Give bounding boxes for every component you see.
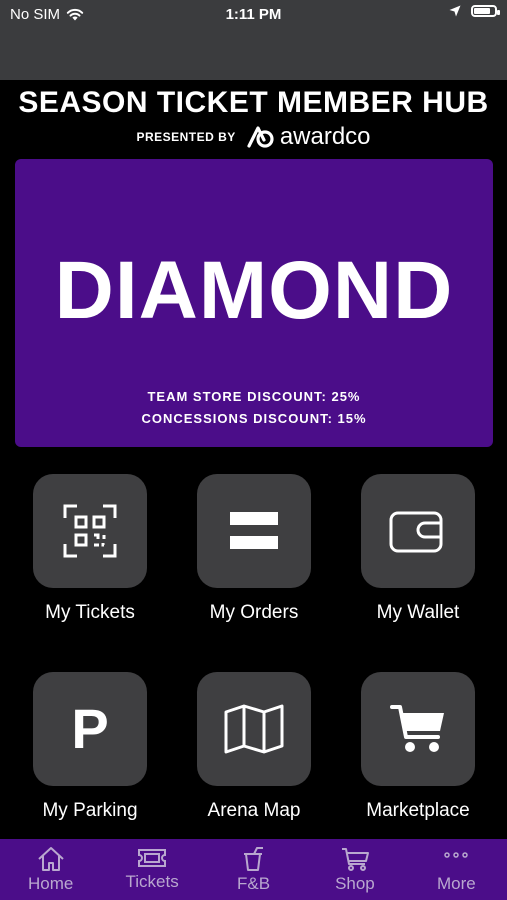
map-icon <box>224 704 284 754</box>
ticket-icon <box>138 849 167 867</box>
sponsor-line: PRESENTED BY awardco <box>0 123 507 151</box>
status-time: 1:11 PM <box>225 6 282 23</box>
my-wallet-button[interactable] <box>361 474 475 588</box>
drink-icon <box>243 847 263 871</box>
awardco-logo-icon <box>247 126 274 148</box>
status-right <box>449 5 500 17</box>
home-icon <box>38 847 64 871</box>
my-parking-button[interactable]: P <box>33 672 147 786</box>
qr-code-icon <box>63 504 117 558</box>
sponsor-logo: awardco <box>246 123 371 151</box>
cart-icon <box>341 848 369 871</box>
my-orders-button[interactable] <box>197 474 311 588</box>
my-tickets-label[interactable]: My Tickets <box>8 602 172 624</box>
team-store-discount: TEAM STORE DISCOUNT: 25% <box>147 389 361 404</box>
status-bar: No SIM 1:11 PM <box>0 0 507 80</box>
arena-map-button[interactable] <box>197 672 311 786</box>
location-arrow-icon <box>449 5 461 17</box>
membership-tier-card: DIAMOND TEAM STORE DISCOUNT: 25% CONCESS… <box>15 159 493 447</box>
cart-icon <box>390 705 444 752</box>
my-tickets-button[interactable] <box>33 474 147 588</box>
tab-more[interactable]: More <box>406 839 507 900</box>
my-wallet-label[interactable]: My Wallet <box>336 602 500 624</box>
marketplace-button[interactable] <box>361 672 475 786</box>
tab-bar: Home Tickets F&B Shop More <box>0 839 507 900</box>
page-title: SEASON TICKET MEMBER HUB <box>18 86 489 119</box>
tab-fnb[interactable]: F&B <box>203 839 304 900</box>
tab-tickets[interactable]: Tickets <box>101 839 202 900</box>
tab-shop[interactable]: Shop <box>304 839 405 900</box>
my-orders-label[interactable]: My Orders <box>172 602 336 624</box>
battery-fill <box>474 8 490 14</box>
tab-more-label: More <box>436 874 476 893</box>
parking-icon: P <box>71 697 109 760</box>
sponsor-name: awardco <box>279 123 371 150</box>
tier-name: DIAMOND <box>54 245 454 336</box>
tab-tickets-label: Tickets <box>125 872 179 891</box>
more-icon <box>444 852 469 858</box>
tab-fnb-label: F&B <box>236 874 271 893</box>
tab-home-label: Home <box>28 874 74 893</box>
marketplace-label[interactable]: Marketplace <box>336 800 500 822</box>
wallet-icon <box>389 511 443 553</box>
tab-home[interactable]: Home <box>0 839 101 900</box>
presented-by-label: PRESENTED BY <box>136 130 236 144</box>
tab-shop-label: Shop <box>335 874 375 893</box>
battery-icon <box>471 5 500 17</box>
my-parking-label[interactable]: My Parking <box>8 800 172 822</box>
orders-icon <box>230 512 278 549</box>
concessions-discount: CONCESSIONS DISCOUNT: 15% <box>141 411 367 426</box>
arena-map-label[interactable]: Arena Map <box>172 800 336 822</box>
